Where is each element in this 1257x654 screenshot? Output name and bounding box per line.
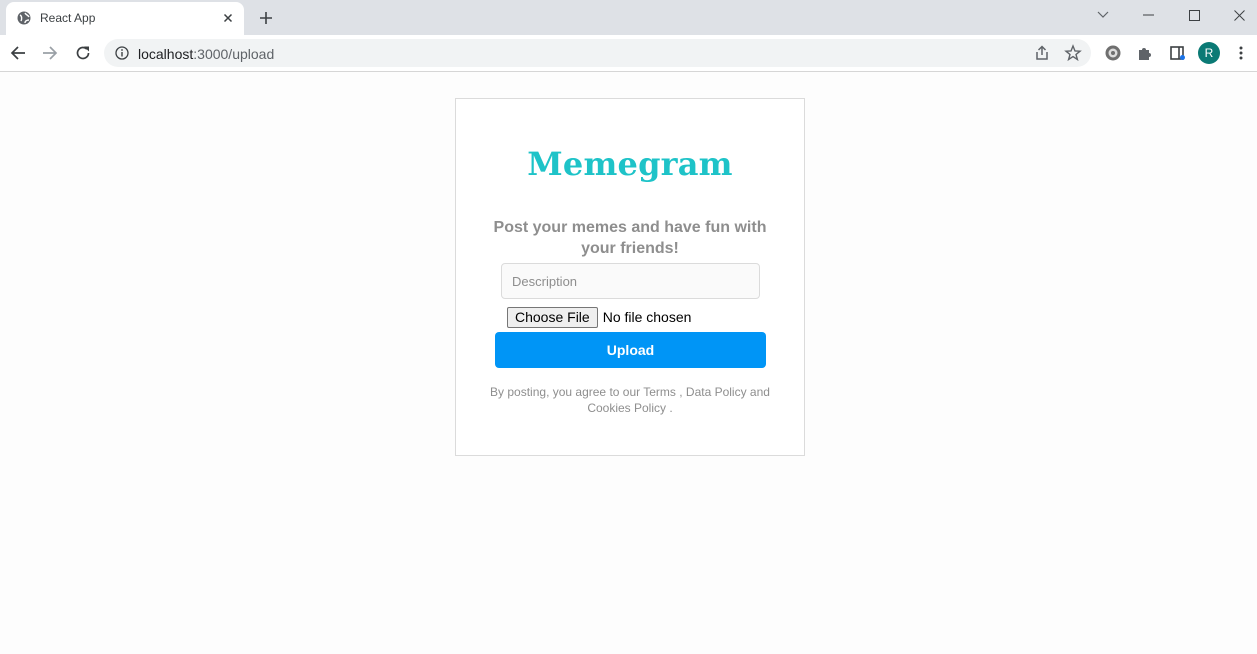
reload-icon: [76, 46, 90, 60]
url-host: localhost: [138, 46, 194, 62]
maximize-button[interactable]: [1171, 0, 1217, 30]
info-icon[interactable]: [115, 46, 129, 60]
close-icon: [1233, 9, 1245, 21]
menu-icon: [1239, 46, 1243, 60]
share-icon[interactable]: [1033, 44, 1051, 62]
choose-file-button[interactable]: Choose File: [507, 306, 598, 328]
extension-icon: [1105, 45, 1121, 61]
reload-button[interactable]: [72, 42, 94, 64]
avatar[interactable]: R: [1198, 42, 1220, 64]
close-icon[interactable]: [220, 10, 236, 26]
upload-card: Memegram Post your memes and have fun wi…: [455, 98, 805, 456]
description-input[interactable]: [501, 263, 760, 299]
extension-button[interactable]: [1102, 42, 1124, 64]
close-window-button[interactable]: [1216, 0, 1257, 30]
back-icon: [10, 46, 25, 60]
chevron-down-icon: [1097, 11, 1109, 18]
puzzle-icon: [1139, 48, 1151, 60]
forward-button[interactable]: [39, 42, 61, 64]
back-button[interactable]: [7, 42, 29, 64]
url-text: localhost:3000/upload: [138, 46, 274, 62]
browser-menu-button[interactable]: [1230, 42, 1252, 64]
tagline: Post your memes and have fun with your f…: [493, 219, 767, 257]
star-icon[interactable]: [1064, 44, 1082, 62]
terms-text: By posting, you agree to our Terms , Dat…: [490, 385, 770, 415]
browser-toolbar: localhost:3000/upload: [0, 35, 1257, 72]
url-path: :3000/upload: [193, 46, 275, 62]
file-status: No file chosen: [602, 309, 692, 325]
maximize-icon: [1188, 9, 1200, 21]
file-picker: Choose File No file chosen: [507, 306, 691, 328]
browser-tab[interactable]: React App: [6, 2, 244, 35]
forward-icon: [43, 46, 58, 60]
minimize-icon: [1142, 14, 1154, 16]
reading-list-button[interactable]: [1166, 42, 1188, 64]
tab-title: React App: [40, 11, 96, 25]
globe-icon: [17, 11, 31, 25]
address-bar[interactable]: localhost:3000/upload: [104, 39, 1091, 67]
tab-strip: React App: [0, 0, 1257, 35]
extensions-menu-button[interactable]: [1134, 42, 1156, 64]
upload-button[interactable]: Upload: [495, 332, 766, 368]
reading-list-icon: [1170, 46, 1185, 60]
logo: Memegram: [527, 145, 733, 183]
plus-icon[interactable]: [256, 8, 276, 28]
minimize-button[interactable]: [1125, 0, 1171, 30]
tab-search-button[interactable]: [1080, 0, 1126, 30]
